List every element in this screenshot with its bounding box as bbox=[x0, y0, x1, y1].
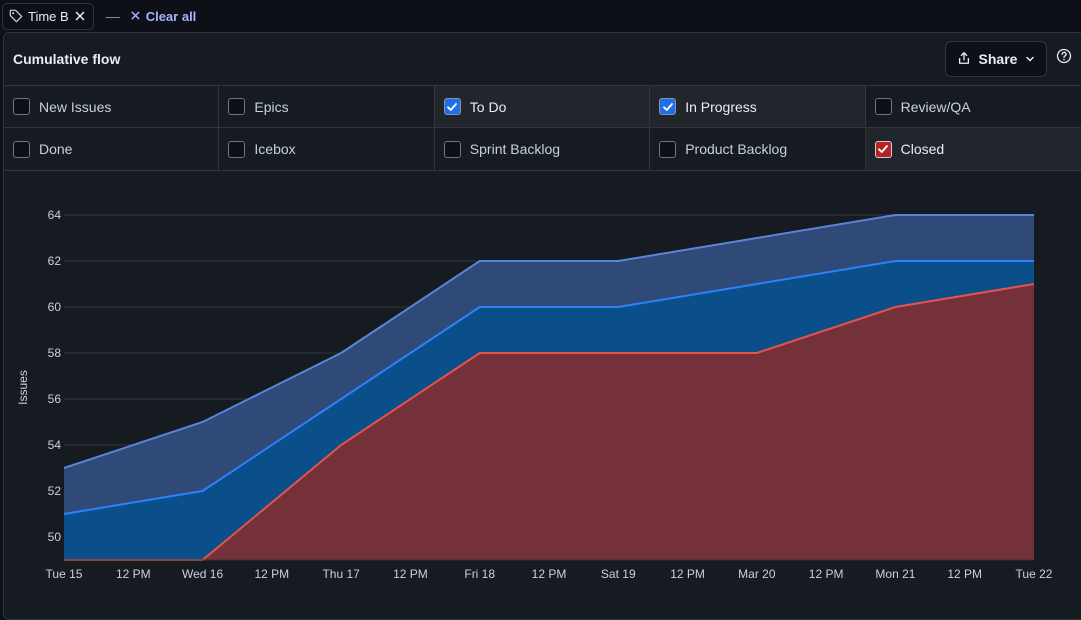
chevron-down-icon bbox=[1025, 51, 1035, 67]
x-tick-label: 12 PM bbox=[116, 567, 151, 581]
share-button[interactable]: Share bbox=[945, 41, 1047, 77]
help-icon[interactable] bbox=[1056, 48, 1072, 64]
x-tick-label: 12 PM bbox=[255, 567, 290, 581]
status-option[interactable]: Icebox bbox=[219, 128, 435, 170]
panel-header: Cumulative flow Share bbox=[4, 33, 1081, 86]
status-checkbox[interactable] bbox=[659, 140, 677, 158]
x-tick-label: Tue 22 bbox=[1016, 567, 1053, 581]
x-tick-label: Thu 17 bbox=[322, 567, 360, 581]
separator-dash: — bbox=[105, 8, 120, 24]
filter-chip[interactable]: Time B bbox=[2, 2, 94, 30]
y-tick-label: 58 bbox=[48, 346, 62, 360]
share-label: Share bbox=[978, 51, 1018, 67]
status-checkbox[interactable] bbox=[228, 140, 246, 158]
status-label: Review/QA bbox=[900, 98, 971, 115]
close-icon bbox=[130, 9, 141, 24]
status-option[interactable]: Review/QA bbox=[865, 86, 1081, 128]
status-checkbox[interactable] bbox=[228, 98, 246, 115]
x-tick-label: Tue 15 bbox=[46, 567, 83, 581]
y-tick-label: 60 bbox=[48, 300, 62, 314]
status-label: Product Backlog bbox=[685, 141, 788, 157]
x-tick-label: 12 PM bbox=[393, 567, 428, 581]
status-label: Closed bbox=[900, 141, 945, 157]
status-option[interactable]: Done bbox=[4, 128, 220, 170]
y-tick-label: 54 bbox=[48, 438, 62, 452]
y-axis-label: Issues bbox=[16, 370, 30, 405]
share-icon bbox=[957, 51, 971, 68]
status-label: Done bbox=[39, 141, 73, 157]
status-checkbox[interactable] bbox=[13, 98, 30, 115]
panel-title: Cumulative flow bbox=[13, 51, 121, 67]
clear-all-link[interactable]: Clear all bbox=[130, 8, 197, 24]
status-filter-grid: New Issues Epics To Do In Progress Review/QA… bbox=[4, 86, 1081, 171]
status-checkbox[interactable] bbox=[13, 140, 30, 158]
y-tick-label: 52 bbox=[48, 484, 62, 498]
status-option[interactable]: Sprint Backlog bbox=[434, 128, 651, 170]
status-option[interactable]: New Issues bbox=[4, 86, 220, 128]
close-icon[interactable] bbox=[74, 10, 86, 22]
cumulative-flow-panel: Cumulative flow Share New Issues Epics To … bbox=[3, 32, 1081, 620]
y-tick-label: 56 bbox=[48, 392, 62, 406]
y-tick-label: 50 bbox=[48, 530, 62, 544]
status-checkbox[interactable] bbox=[443, 140, 461, 158]
x-tick-label: 12 PM bbox=[670, 567, 705, 581]
status-checkbox[interactable] bbox=[659, 98, 677, 115]
checkmark-icon bbox=[447, 102, 458, 111]
x-tick-label: 12 PM bbox=[809, 567, 844, 581]
y-tick-label: 62 bbox=[48, 254, 62, 268]
status-option[interactable]: Epics bbox=[219, 86, 435, 128]
status-label: Icebox bbox=[254, 141, 296, 157]
y-tick-label: 64 bbox=[48, 208, 62, 222]
status-checkbox[interactable] bbox=[874, 140, 892, 158]
x-tick-label: Wed 16 bbox=[182, 567, 223, 581]
status-option[interactable]: Product Backlog bbox=[650, 128, 866, 170]
checkmark-icon bbox=[662, 102, 673, 111]
clear-all-label: Clear all bbox=[145, 8, 197, 24]
status-label: New Issues bbox=[39, 98, 112, 115]
filter-bar: Time B — Clear all bbox=[0, 0, 1081, 32]
x-tick-label: Mon 21 bbox=[875, 567, 915, 581]
status-option[interactable]: In Progress bbox=[650, 86, 866, 128]
status-option[interactable]: To Do bbox=[434, 86, 651, 128]
cumulative-flow-chart: 50 52 54 56 58 60 62 64 Issues Tue 15 12 PM Wed 16 1… bbox=[4, 171, 1081, 619]
chart-svg: 50 52 54 56 58 60 62 64 Issues Tue 15 12 PM Wed 16 1… bbox=[16, 208, 1053, 581]
tag-icon bbox=[9, 9, 23, 23]
status-label: In Progress bbox=[685, 98, 757, 115]
status-label: To Do bbox=[469, 98, 507, 115]
x-tick-label: Fri 18 bbox=[464, 567, 495, 581]
status-checkbox[interactable] bbox=[874, 98, 892, 115]
x-tick-label: 12 PM bbox=[947, 567, 982, 581]
x-tick-label: 12 PM bbox=[532, 567, 567, 581]
filter-chip-label: Time B bbox=[28, 8, 69, 24]
status-label: Epics bbox=[254, 98, 289, 115]
status-checkbox[interactable] bbox=[443, 98, 461, 115]
checkmark-icon bbox=[878, 145, 888, 153]
x-tick-label: Mar 20 bbox=[738, 567, 776, 581]
status-option[interactable]: Closed bbox=[865, 128, 1081, 170]
x-tick-label: Sat 19 bbox=[601, 567, 636, 581]
status-label: Sprint Backlog bbox=[469, 141, 561, 157]
